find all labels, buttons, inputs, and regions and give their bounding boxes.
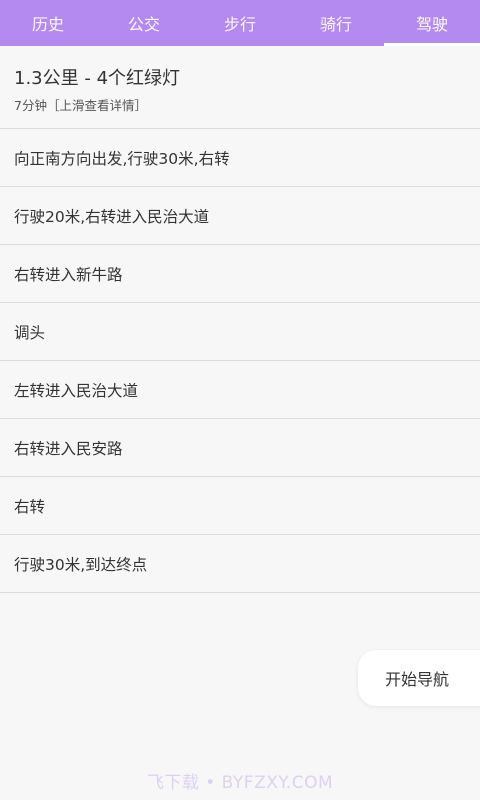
watermark: 飞下载 • BYFZXY.COM xyxy=(146,773,334,793)
route-step[interactable]: 调头 xyxy=(0,303,480,361)
route-step[interactable]: 右转进入民安路 xyxy=(0,419,480,477)
tab-drive[interactable]: 驾驶 xyxy=(384,0,480,46)
tab-history[interactable]: 历史 xyxy=(0,0,96,46)
tab-bus[interactable]: 公交 xyxy=(96,0,192,46)
route-step[interactable]: 行驶20米,右转进入民治大道 xyxy=(0,187,480,245)
route-summary-title: 1.3公里 - 4个红绿灯 xyxy=(14,68,181,89)
tab-bike[interactable]: 骑行 xyxy=(288,0,384,46)
route-step[interactable]: 右转 xyxy=(0,477,480,535)
tab-walk[interactable]: 步行 xyxy=(192,0,288,46)
route-step[interactable]: 左转进入民治大道 xyxy=(0,361,480,419)
route-summary[interactable]: 1.3公里 - 4个红绿灯 7分钟［上滑查看详情］ xyxy=(0,46,480,129)
route-mode-tabbar: 历史 公交 步行 骑行 驾驶 xyxy=(0,0,480,46)
route-step[interactable]: 行驶30米,到达终点 xyxy=(0,535,480,593)
route-step[interactable]: 向正南方向出发,行驶30米,右转 xyxy=(0,129,480,187)
route-steps-list: 向正南方向出发,行驶30米,右转 行驶20米,右转进入民治大道 右转进入新牛路 … xyxy=(0,129,480,593)
route-summary-subtitle: 7分钟［上滑查看详情］ xyxy=(14,98,147,113)
start-navigation-button[interactable]: 开始导航 xyxy=(358,650,480,706)
route-step[interactable]: 右转进入新牛路 xyxy=(0,245,480,303)
